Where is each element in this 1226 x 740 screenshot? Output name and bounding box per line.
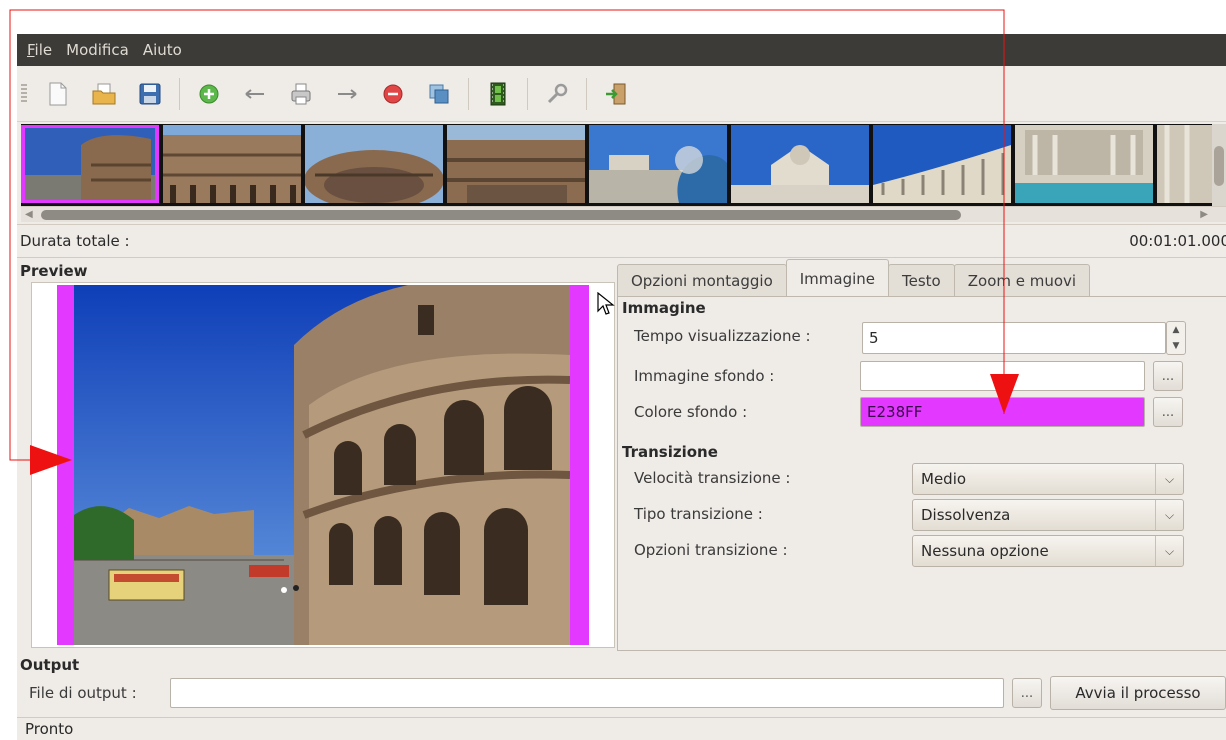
display-time-spinner[interactable]: ▲ ▼ [1166, 321, 1186, 355]
scroll-right-icon[interactable]: ▶ [1200, 209, 1208, 220]
open-folder-icon[interactable] [89, 79, 119, 109]
filmstrip-vertical-scrollbar[interactable] [1212, 124, 1226, 206]
status-bar: Pronto [17, 717, 1226, 740]
thumbnail-image[interactable] [1157, 125, 1213, 203]
duration-label: Durata totale : [20, 232, 130, 250]
display-time-input[interactable]: 5 [862, 322, 1166, 354]
bg-image-input[interactable] [860, 361, 1145, 391]
copy-icon[interactable] [424, 79, 454, 109]
chevron-up-icon[interactable]: ▲ [1173, 325, 1180, 335]
arrow-right-icon[interactable] [332, 79, 362, 109]
image-section-title: Immagine [622, 299, 706, 317]
menu-aiuto[interactable]: Aiuto [143, 41, 182, 59]
output-file-input[interactable] [170, 678, 1004, 708]
output-file-label: File di output : [29, 684, 137, 702]
bg-color-label: Colore sfondo : [634, 403, 748, 421]
transition-speed-select[interactable]: Medio ⌵ [912, 463, 1184, 495]
preview-background [57, 285, 589, 645]
toolbar-separator [468, 77, 469, 110]
toolbar-separator [586, 77, 587, 110]
chevron-down-icon[interactable]: ⌵ [1155, 464, 1183, 494]
output-title: Output [20, 656, 80, 674]
menu-modifica[interactable]: Modifica [66, 41, 129, 59]
transition-type-select[interactable]: Dissolvenza ⌵ [912, 499, 1184, 531]
preview-panel [31, 282, 615, 648]
exit-icon[interactable] [601, 79, 631, 109]
transition-section-title: Transizione [622, 443, 718, 461]
transition-options-label: Opzioni transizione : [634, 541, 788, 559]
film-icon[interactable] [483, 79, 513, 109]
remove-icon[interactable] [378, 79, 408, 109]
bg-color-input[interactable]: E238FF [860, 397, 1145, 427]
tab-zoom-e-muovi[interactable]: Zoom e muovi [953, 264, 1091, 297]
new-file-icon[interactable] [43, 79, 73, 109]
chevron-down-icon[interactable]: ⌵ [1155, 536, 1183, 566]
thumbnail-image[interactable] [873, 125, 1011, 203]
duration-row: Durata totale : 00:01:01.000 [17, 224, 1226, 258]
transition-speed-label: Velocità transizione : [634, 469, 791, 487]
image-filmstrip[interactable] [21, 124, 1226, 206]
thumbnail-image[interactable] [1015, 125, 1153, 203]
scroll-left-icon[interactable]: ◀ [25, 209, 33, 220]
thumbnail-image[interactable] [305, 125, 443, 203]
tab-panel-immagine: Immagine Tempo visualizzazione : 5 ▲ ▼ Im… [617, 296, 1226, 651]
scrollbar-thumb[interactable] [41, 210, 961, 220]
menu-file[interactable]: File [27, 41, 52, 59]
toolbar-grip[interactable] [21, 83, 27, 104]
chevron-down-icon[interactable]: ⌵ [1155, 500, 1183, 530]
mouse-cursor-icon [597, 292, 615, 315]
preview-image [74, 285, 570, 645]
duration-value: 00:01:01.000 [1129, 232, 1226, 250]
app-window: File Modifica Aiuto ◀ ▶ Durata totale: … [17, 34, 1226, 740]
chevron-down-icon[interactable]: ▼ [1173, 341, 1180, 351]
save-icon[interactable] [135, 79, 165, 109]
thumbnail-image[interactable] [163, 125, 301, 203]
print-icon[interactable] [286, 79, 316, 109]
filmstrip-horizontal-scrollbar[interactable]: ◀ ▶ [21, 206, 1226, 222]
output-browse-button[interactable]: ... [1012, 678, 1042, 708]
transition-options-select[interactable]: Nessuna opzione ⌵ [912, 535, 1184, 567]
bg-image-label: Immagine sfondo : [634, 367, 775, 385]
thumbnail-image[interactable] [731, 125, 869, 203]
screenshot-root: File Modifica Aiuto ◀ ▶ Durata totale: … [0, 0, 1226, 740]
bg-color-picker-button[interactable]: ... [1153, 397, 1183, 427]
transition-type-label: Tipo transizione : [634, 505, 763, 523]
tab-testo[interactable]: Testo [888, 264, 955, 297]
display-time-label: Tempo visualizzazione : [634, 327, 811, 345]
arrow-left-icon[interactable] [240, 79, 270, 109]
bg-image-browse-button[interactable]: ... [1153, 361, 1183, 391]
preview-title: Preview [20, 262, 88, 280]
thumbnail-image[interactable] [21, 125, 159, 203]
start-process-button[interactable]: Avvia il processo [1050, 676, 1226, 710]
thumbnail-image[interactable] [447, 125, 585, 203]
tab-immagine[interactable]: Immagine [785, 259, 890, 297]
add-icon[interactable] [194, 79, 224, 109]
status-text: Pronto [25, 720, 74, 738]
menu-bar: File Modifica Aiuto [17, 34, 1226, 66]
toolbar [17, 66, 1226, 122]
wrench-icon[interactable] [542, 79, 572, 109]
tab-bar: Opzioni montaggio Immagine Testo Zoom e … [617, 259, 1091, 297]
toolbar-separator [527, 77, 528, 110]
tab-opzioni-montaggio[interactable]: Opzioni montaggio [617, 264, 787, 297]
thumbnail-image[interactable] [589, 125, 727, 203]
scrollbar-thumb[interactable] [1214, 146, 1224, 186]
toolbar-separator [179, 77, 180, 110]
